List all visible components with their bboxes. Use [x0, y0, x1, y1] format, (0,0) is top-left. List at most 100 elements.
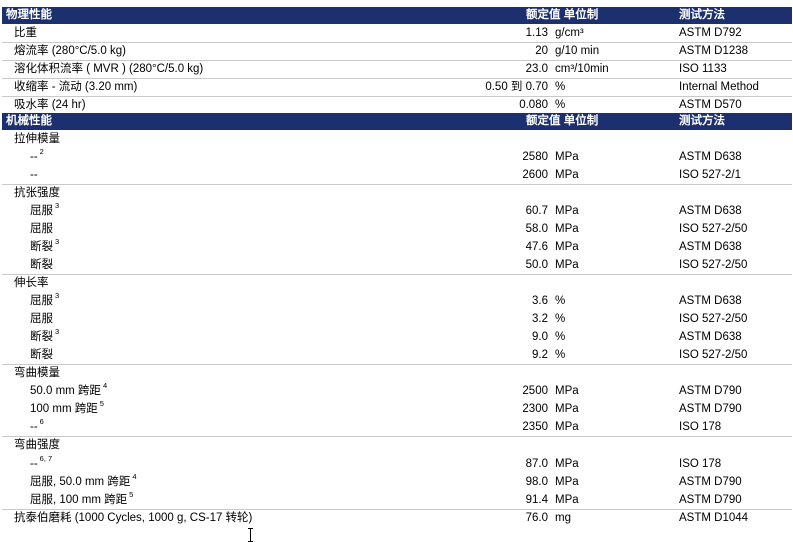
property-unit: MPa [555, 151, 579, 163]
test-method: ASTM D792 [679, 27, 742, 39]
property-unit: g/10 min [555, 45, 600, 57]
property-unit: % [555, 313, 566, 325]
property-value: 2580 [522, 151, 548, 163]
column-header-method: 测试方法 [679, 9, 725, 21]
property-value: 58.0 [525, 223, 548, 235]
property-unit: MPa [555, 403, 579, 415]
property-unit: g/cm³ [555, 27, 584, 39]
property-unit: % [555, 295, 566, 307]
test-method: Internal Method [679, 81, 759, 93]
property-label: 断裂 3 [30, 327, 60, 343]
test-method: ASTM D638 [679, 205, 742, 217]
table-row: 断裂 50.0 MPa ISO 527-2/50 [2, 256, 792, 274]
table-row: 溶化体积流率 ( MVR ) (280°C/5.0 kg) 23.0 cm³/1… [2, 60, 792, 78]
test-method: ISO 527-2/50 [679, 259, 748, 271]
test-method: ASTM D790 [679, 403, 742, 415]
section-header-mechanical: 机械性能 额定值 单位制 测试方法 [2, 113, 792, 130]
property-unit: MPa [555, 421, 579, 433]
section-header-physical: 物理性能 额定值 单位制 测试方法 [2, 7, 792, 24]
property-unit: MPa [555, 205, 579, 217]
property-unit: % [555, 331, 566, 343]
property-unit: % [555, 99, 566, 111]
property-label: 50.0 mm 跨距 4 [30, 381, 108, 397]
property-label: 断裂 3 [30, 237, 60, 253]
section-title: 机械性能 [6, 115, 52, 127]
footnote-ref: 5 [99, 399, 104, 408]
footnote-ref: 4 [102, 381, 108, 390]
footnote-ref: 6 [39, 417, 44, 426]
property-unit: % [555, 349, 566, 361]
table-row: -- 6, 7 87.0 MPa ISO 178 [2, 454, 792, 473]
property-label: 屈服 3 [30, 291, 60, 307]
section-title: 物理性能 [6, 9, 52, 21]
property-value: 50.0 [525, 259, 548, 271]
property-sheet: 物理性能 额定值 单位制 测试方法 比重 1.13 g/cm³ ASTM D79… [0, 0, 793, 542]
table-row: 50.0 mm 跨距 4 2500 MPa ASTM D790 [2, 381, 792, 400]
property-value: 2350 [522, 421, 548, 433]
property-label: -- [30, 169, 38, 181]
property-value: 91.4 [525, 494, 548, 506]
property-label: 屈服 [30, 313, 53, 325]
property-label: 断裂 [30, 349, 53, 361]
table-row: 屈服 3.2 % ISO 527-2/50 [2, 310, 792, 328]
property-value: 23.0 [525, 63, 548, 75]
property-value: 9.2 [532, 349, 548, 361]
property-label: 屈服, 50.0 mm 跨距 4 [30, 472, 137, 488]
table-row: 屈服 3 3.6 % ASTM D638 [2, 291, 792, 310]
property-value: 0.080 [519, 99, 548, 111]
property-label: 屈服, 100 mm 跨距 5 [30, 490, 134, 506]
property-value: 9.0 [532, 331, 548, 343]
text-cursor-icon [248, 528, 253, 542]
property-label: 吸水率 (24 hr) [14, 99, 86, 111]
table-row: 屈服 58.0 MPa ISO 527-2/50 [2, 220, 792, 238]
test-method: ISO 1133 [679, 63, 727, 75]
group-label: 弯曲强度 [14, 439, 60, 451]
test-method: ASTM D638 [679, 331, 742, 343]
test-method: ISO 527-2/50 [679, 223, 748, 235]
property-unit: % [555, 81, 566, 93]
test-method: ASTM D1238 [679, 45, 749, 57]
property-value: 3.2 [532, 313, 548, 325]
footnote-ref: 3 [55, 237, 60, 246]
property-unit: MPa [555, 169, 579, 181]
property-value: 1.13 [525, 27, 548, 39]
property-value: 87.0 [525, 458, 548, 470]
table-row: -- 2600 MPa ISO 527-2/1 [2, 166, 792, 184]
footnote-ref: 3 [55, 201, 60, 210]
group-label: 伸长率 [14, 277, 49, 289]
property-value: 2600 [522, 169, 548, 181]
column-header-method: 测试方法 [679, 115, 725, 127]
property-label: -- 6, 7 [30, 454, 53, 470]
test-method: ISO 527-2/1 [679, 169, 742, 181]
column-header-value: 额定值 单位制 [526, 9, 599, 21]
table-row: 熔流率 (280°C/5.0 kg) 20 g/10 min ASTM D123… [2, 42, 792, 60]
property-value: 60.7 [525, 205, 548, 217]
property-unit: cm³/10min [555, 63, 609, 75]
property-label: 100 mm 跨距 5 [30, 399, 104, 415]
group-row: 弯曲模量 [2, 364, 792, 382]
test-method: ASTM D570 [679, 99, 742, 111]
test-method: ISO 178 [679, 458, 722, 470]
footnote-ref: 3 [55, 327, 60, 336]
test-method: ASTM D638 [679, 295, 742, 307]
property-label: -- 2 [30, 147, 44, 163]
property-value: 2500 [522, 385, 548, 397]
property-unit: MPa [555, 223, 579, 235]
table-row: 100 mm 跨距 5 2300 MPa ASTM D790 [2, 399, 792, 418]
table-row: 抗泰伯磨耗 (1000 Cycles, 1000 g, CS-17 转轮) 76… [2, 509, 792, 527]
test-method: ASTM D790 [679, 494, 742, 506]
property-unit: MPa [555, 385, 579, 397]
table-row: 断裂 3 9.0 % ASTM D638 [2, 327, 792, 346]
property-value: 0.50 到 0.70 [485, 81, 548, 93]
property-value: 76.0 [525, 512, 548, 524]
property-value: 3.6 [532, 295, 548, 307]
table-row: -- 6 2350 MPa ISO 178 [2, 417, 792, 436]
property-unit: MPa [555, 494, 579, 506]
property-unit: MPa [555, 476, 579, 488]
property-value: 2300 [522, 403, 548, 415]
test-method: ASTM D1044 [679, 512, 749, 524]
footnote-ref: 6, 7 [39, 454, 53, 463]
group-row: 弯曲强度 [2, 436, 792, 454]
property-label: 屈服 3 [30, 201, 60, 217]
table-row: 断裂 3 47.6 MPa ASTM D638 [2, 237, 792, 256]
